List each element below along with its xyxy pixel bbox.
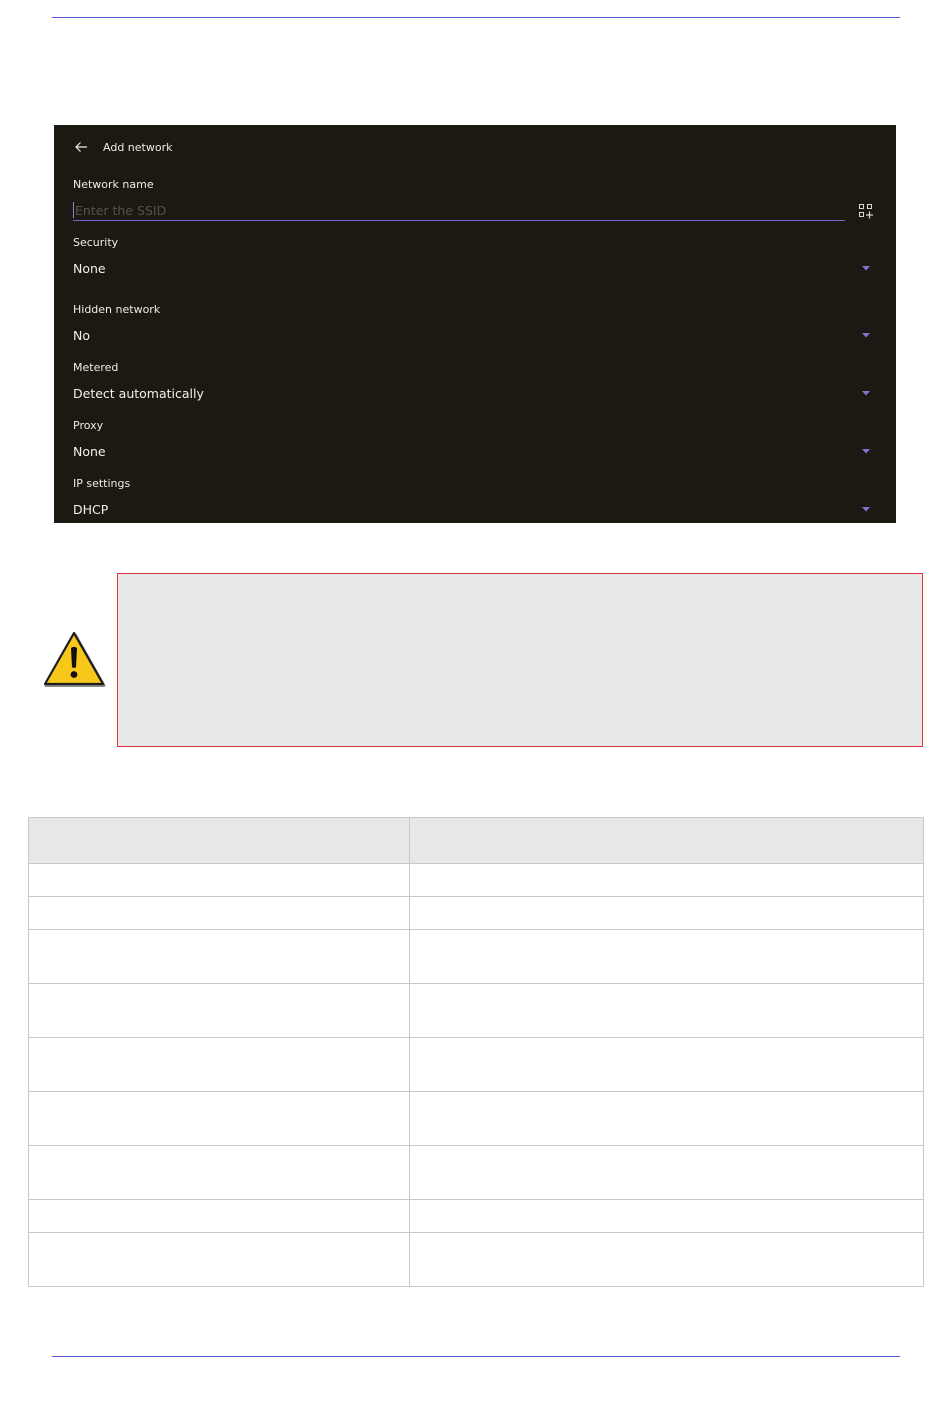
table-row	[28, 863, 924, 897]
security-value[interactable]: None	[73, 261, 106, 276]
table-cell	[409, 929, 924, 984]
table-cell	[28, 1145, 410, 1200]
table-cell	[409, 1091, 924, 1146]
screen-title: Add network	[103, 140, 173, 154]
dropdown-arrow-icon[interactable]	[862, 333, 870, 338]
table-header-row	[28, 817, 924, 864]
table-row	[28, 929, 924, 984]
table-cell	[28, 1037, 410, 1092]
footer-rule	[52, 1356, 900, 1357]
ssid-input-wrapper[interactable]	[73, 201, 845, 221]
ip-settings-label: IP settings	[73, 477, 131, 490]
table-row	[28, 1091, 924, 1146]
metered-label: Metered	[73, 361, 119, 374]
text-caret	[73, 202, 74, 218]
proxy-label: Proxy	[73, 419, 104, 432]
dropdown-arrow-icon[interactable]	[862, 449, 870, 454]
ssid-input[interactable]	[75, 201, 835, 219]
add-network-screenshot: Add network Network name Security None H…	[54, 125, 896, 523]
dropdown-arrow-icon[interactable]	[862, 266, 870, 271]
table-row	[28, 1199, 924, 1233]
table-cell	[409, 1199, 924, 1233]
proxy-value[interactable]: None	[73, 444, 106, 459]
caution-note-box	[117, 573, 923, 747]
table-cell	[28, 929, 410, 984]
table-cell	[409, 896, 924, 930]
table-cell	[28, 1199, 410, 1233]
table-cell	[28, 1232, 410, 1287]
dropdown-arrow-icon[interactable]	[862, 391, 870, 396]
table-row	[28, 1145, 924, 1200]
warning-icon	[43, 631, 106, 687]
table-row	[28, 1037, 924, 1092]
screen-header: Add network	[73, 138, 172, 156]
hidden-network-label: Hidden network	[73, 303, 161, 316]
table-row	[28, 896, 924, 930]
table-cell	[409, 983, 924, 1038]
table-cell	[409, 1037, 924, 1092]
hidden-network-value[interactable]: No	[73, 328, 90, 343]
dropdown-arrow-icon[interactable]	[862, 507, 870, 512]
security-label: Security	[73, 236, 119, 249]
table-cell	[28, 1091, 410, 1146]
table-cell	[409, 1232, 924, 1287]
table-cell	[409, 863, 924, 897]
table-header-cell	[28, 817, 410, 864]
table-row	[28, 983, 924, 1038]
metered-value[interactable]: Detect automatically	[73, 386, 204, 401]
qr-code-scan-icon[interactable]	[858, 203, 874, 219]
table-cell	[409, 1145, 924, 1200]
table-cell	[28, 863, 410, 897]
back-arrow-icon[interactable]	[73, 139, 89, 155]
table-cell	[28, 896, 410, 930]
header-rule	[52, 17, 900, 18]
table-header-cell	[409, 817, 924, 864]
ip-settings-value[interactable]: DHCP	[73, 502, 108, 517]
table-cell	[28, 983, 410, 1038]
table-row	[28, 1232, 924, 1287]
network-name-label: Network name	[73, 178, 154, 191]
parameter-table	[28, 817, 924, 1287]
